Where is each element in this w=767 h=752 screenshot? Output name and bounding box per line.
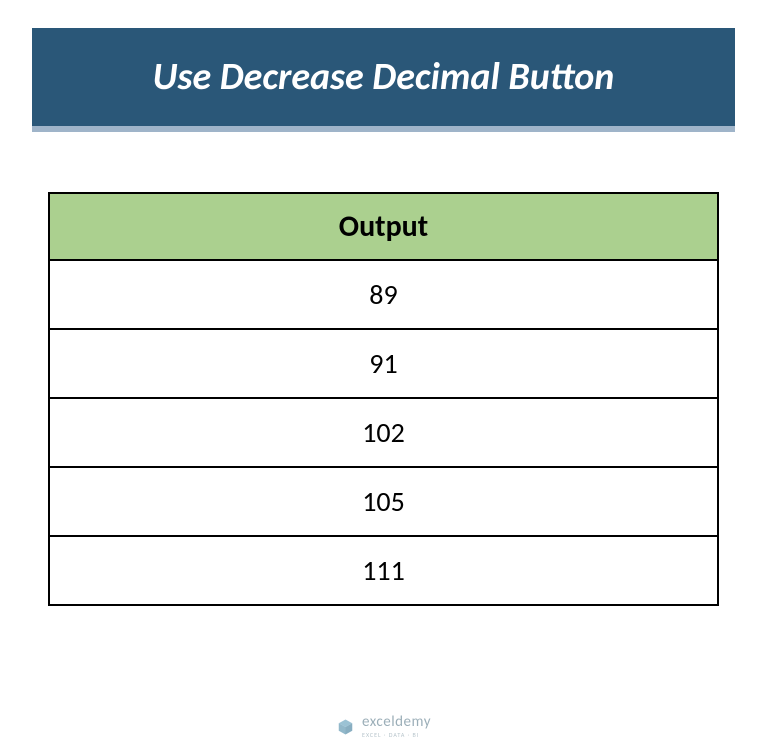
table-row: 89 — [49, 260, 718, 329]
output-cell: 105 — [49, 467, 718, 536]
table-header-row: Output — [49, 193, 718, 260]
output-cell: 89 — [49, 260, 718, 329]
cube-icon — [336, 718, 354, 736]
page-title: Use Decrease Decimal Button — [153, 54, 615, 100]
output-cell: 91 — [49, 329, 718, 398]
table-row: 91 — [49, 329, 718, 398]
output-table-container: Output 89 91 102 105 111 — [48, 192, 719, 606]
watermark-main: exceldemy — [362, 715, 431, 730]
output-cell: 111 — [49, 536, 718, 605]
watermark-text: exceldemy EXCEL · DATA · BI — [362, 715, 431, 738]
table-row: 102 — [49, 398, 718, 467]
watermark: exceldemy EXCEL · DATA · BI — [336, 715, 431, 738]
table-row: 105 — [49, 467, 718, 536]
watermark-sub: EXCEL · DATA · BI — [362, 732, 431, 738]
table-row: 111 — [49, 536, 718, 605]
output-cell: 102 — [49, 398, 718, 467]
page-title-banner: Use Decrease Decimal Button — [32, 28, 735, 132]
column-header-output: Output — [49, 193, 718, 260]
output-table: Output 89 91 102 105 111 — [48, 192, 719, 606]
